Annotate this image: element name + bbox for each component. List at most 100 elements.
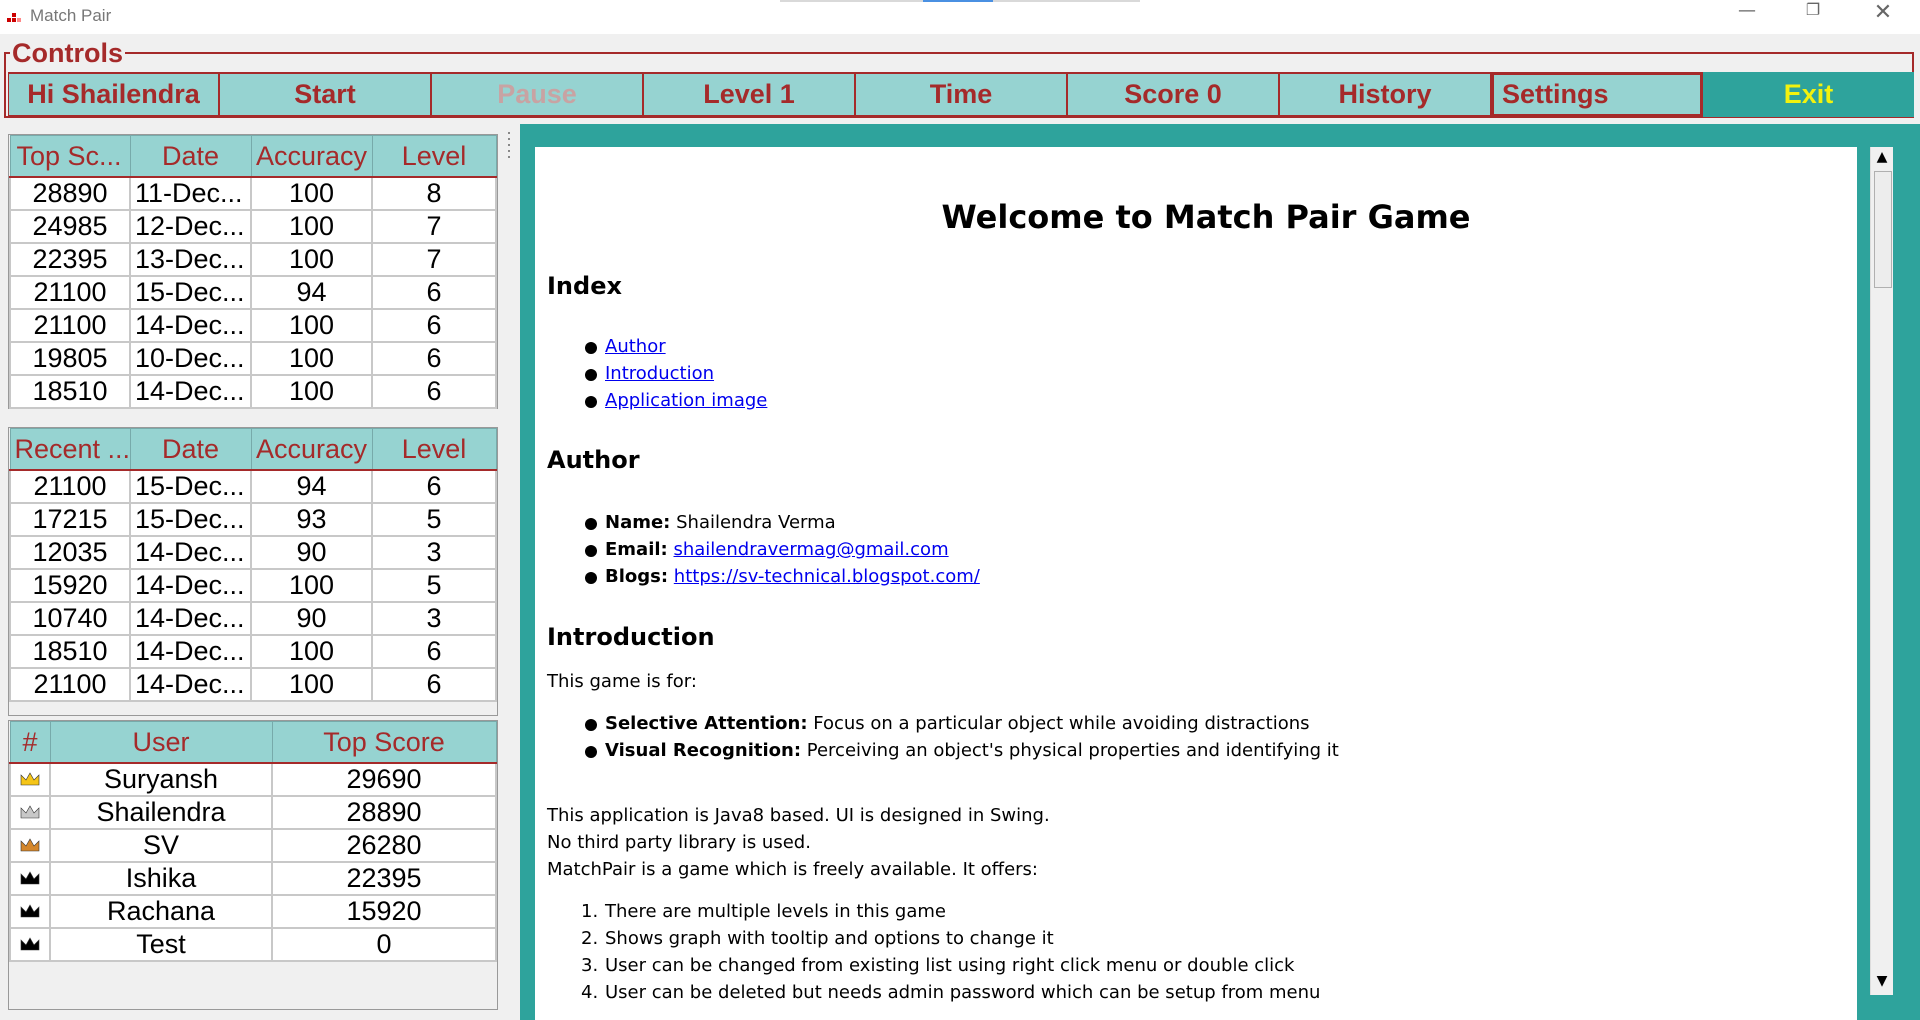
top-scores-panel: Top Sc... Date Accuracy Level 28890 11-De… — [8, 134, 498, 409]
column-header[interactable]: User — [49, 721, 273, 764]
accuracy-cell: 100 — [250, 374, 373, 409]
accuracy-cell: 100 — [250, 176, 373, 211]
column-header[interactable]: Recent ... — [9, 428, 131, 471]
bullet-icon — [585, 746, 597, 758]
close-button[interactable]: ✕ — [1848, 0, 1918, 34]
table-row[interactable]: Test 0 — [9, 927, 497, 962]
table-row[interactable]: 28890 11-Dec... 100 8 — [9, 176, 497, 211]
app-icon — [7, 13, 21, 22]
table-row[interactable]: 12035 14-Dec... 90 3 — [9, 535, 497, 570]
author-email-label: Email: — [605, 539, 668, 560]
recent-scores-panel: Recent ... Date Accuracy Level 21100 15-D… — [8, 427, 498, 716]
date-cell: 14-Dec... — [129, 568, 252, 603]
top-score-cell: 28890 — [271, 795, 497, 830]
crown-icon — [20, 937, 40, 951]
index-link-introduction[interactable]: Introduction — [605, 363, 714, 384]
start-button[interactable]: Start — [219, 72, 431, 117]
author-email-link[interactable]: shailendravermag@gmail.com — [673, 539, 948, 560]
bullet-icon — [585, 369, 597, 381]
score-cell: 19805 — [9, 341, 131, 376]
recent-scores-table: Recent ... Date Accuracy Level 21100 15-D… — [9, 428, 497, 702]
table-row[interactable]: 18510 14-Dec... 100 6 — [9, 634, 497, 669]
column-header[interactable]: Level — [371, 135, 497, 178]
table-row[interactable]: Shailendra 28890 — [9, 795, 497, 830]
user-cell: Rachana — [49, 894, 273, 929]
users-panel: # User Top Score Suryansh 29690 Shailendra… — [8, 720, 498, 1010]
title-bar: Match Pair — ❐ ✕ — [0, 0, 1920, 34]
scroll-thumb[interactable] — [1874, 171, 1892, 288]
level-cell: 6 — [371, 634, 497, 669]
list-item: Name: Shailendra Verma — [585, 512, 836, 533]
exit-button[interactable]: Exit — [1703, 72, 1914, 117]
minimize-button[interactable]: — — [1712, 0, 1782, 34]
history-button[interactable]: History — [1279, 72, 1491, 117]
date-cell: 15-Dec... — [129, 502, 252, 537]
column-header[interactable]: Accuracy — [250, 428, 373, 471]
score-cell: 18510 — [9, 374, 131, 409]
rank-cell — [9, 861, 51, 896]
table-row[interactable]: 21100 15-Dec... 94 6 — [9, 469, 497, 504]
scroll-down-icon[interactable]: ▼ — [1873, 973, 1891, 993]
greeting-button[interactable]: Hi Shailendra — [8, 72, 219, 117]
table-row[interactable]: Rachana 15920 — [9, 894, 497, 929]
table-row[interactable]: 10740 14-Dec... 90 3 — [9, 601, 497, 636]
score-cell: 21100 — [9, 275, 131, 310]
table-row[interactable]: Suryansh 29690 — [9, 762, 497, 797]
bullet-icon — [585, 545, 597, 557]
date-cell: 13-Dec... — [129, 242, 252, 277]
table-row[interactable]: SV 26280 — [9, 828, 497, 863]
table-row[interactable]: 21100 15-Dec... 94 6 — [9, 275, 497, 310]
level-cell: 5 — [371, 568, 497, 603]
date-cell: 14-Dec... — [129, 535, 252, 570]
column-header[interactable]: # — [9, 721, 51, 764]
bullet-icon — [585, 396, 597, 408]
feature-item: Shows graph with tooltip and options to … — [605, 928, 1054, 949]
date-cell: 14-Dec... — [129, 601, 252, 636]
content-scrollbar[interactable]: ▲ ▼ — [1870, 147, 1893, 995]
table-row[interactable]: 24985 12-Dec... 100 7 — [9, 209, 497, 244]
pause-button[interactable]: Pause — [431, 72, 643, 117]
top-score-cell: 22395 — [271, 861, 497, 896]
index-link-author[interactable]: Author — [605, 336, 666, 357]
table-row[interactable]: 21100 14-Dec... 100 6 — [9, 308, 497, 343]
column-header[interactable]: Top Sc... — [9, 135, 131, 178]
table-row[interactable]: 19805 10-Dec... 100 6 — [9, 341, 497, 376]
column-header[interactable]: Date — [129, 135, 252, 178]
score-cell: 21100 — [9, 667, 131, 702]
score-cell: 28890 — [9, 176, 131, 211]
date-cell: 10-Dec... — [129, 341, 252, 376]
score-cell: 21100 — [9, 308, 131, 343]
column-header[interactable]: Top Score — [271, 721, 497, 764]
intro-item-text: Focus on a particular object while avoid… — [813, 713, 1310, 734]
scroll-up-icon[interactable]: ▲ — [1873, 149, 1891, 169]
table-row[interactable]: 15920 14-Dec... 100 5 — [9, 568, 497, 603]
level-cell: 6 — [371, 275, 497, 310]
time-button[interactable]: Time — [855, 72, 1067, 117]
settings-button[interactable]: Settings — [1491, 72, 1703, 117]
column-header[interactable]: Level — [371, 428, 497, 471]
accuracy-cell: 100 — [250, 634, 373, 669]
index-link-application-image[interactable]: Application image — [605, 390, 767, 411]
level-cell: 3 — [371, 601, 497, 636]
crown-icon — [20, 805, 40, 819]
author-blogs-link[interactable]: https://sv-technical.blogspot.com/ — [674, 566, 980, 587]
table-row[interactable]: 17215 15-Dec... 93 5 — [9, 502, 497, 537]
score-cell: 10740 — [9, 601, 131, 636]
score-button[interactable]: Score 0 — [1067, 72, 1279, 117]
date-cell: 14-Dec... — [129, 634, 252, 669]
table-row[interactable]: 21100 14-Dec... 100 6 — [9, 667, 497, 702]
table-row[interactable]: Ishika 22395 — [9, 861, 497, 896]
level-button[interactable]: Level 1 — [643, 72, 855, 117]
bullet-icon — [585, 518, 597, 530]
table-row[interactable]: 18510 14-Dec... 100 6 — [9, 374, 497, 409]
restore-button[interactable]: ❐ — [1778, 0, 1848, 34]
title-bar-handle-active — [923, 0, 993, 2]
intro-item-text: Perceiving an object's physical properti… — [806, 740, 1339, 761]
rank-cell — [9, 927, 51, 962]
column-header[interactable]: Accuracy — [250, 135, 373, 178]
table-row[interactable]: 22395 13-Dec... 100 7 — [9, 242, 497, 277]
top-scores-table: Top Sc... Date Accuracy Level 28890 11-De… — [9, 135, 497, 409]
level-cell: 6 — [371, 341, 497, 376]
splitter-handle[interactable] — [505, 128, 513, 1020]
column-header[interactable]: Date — [129, 428, 252, 471]
